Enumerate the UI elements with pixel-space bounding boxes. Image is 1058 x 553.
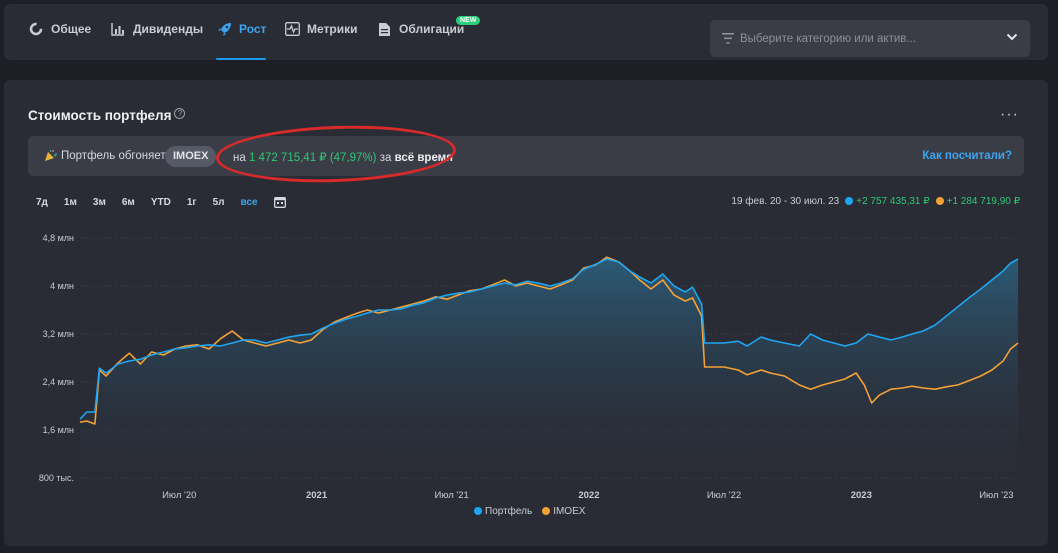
tab-dividends[interactable]: Дивиденды (110, 22, 203, 60)
tab-growth[interactable]: Рост (216, 21, 267, 60)
new-badge: NEW (456, 16, 481, 25)
x-tick-label: Июл '22 (707, 490, 741, 501)
y-tick-label: 3,2 млн (43, 329, 74, 339)
document-icon (376, 21, 392, 37)
category-select-placeholder: Выберите категорию или актив... (740, 32, 916, 45)
tab-general[interactable]: Общее (28, 22, 91, 60)
y-tick-label: 4 млн (50, 281, 74, 291)
chevron-down-icon (1006, 32, 1018, 45)
x-tick-label: Июл '21 (434, 490, 468, 501)
x-tick-label: Июл '23 (979, 490, 1013, 501)
bar-chart-icon (110, 21, 126, 37)
tab-label: Дивиденды (133, 22, 204, 36)
x-tick-label: Июл '20 (162, 490, 196, 501)
legend-label-portfolio: Портфель (485, 506, 533, 517)
tab-label: Метрики (307, 22, 358, 36)
y-tick-label: 2,4 млн (43, 377, 74, 387)
top-navigation: Общее Дивиденды Рост Метрики Облигации N… (4, 4, 1048, 60)
portfolio-value-card: Стоимость портфеля? ··· Портфель обгоняе… (4, 80, 1048, 546)
tab-label: Общее (51, 22, 92, 36)
tab-label: Рост (239, 22, 267, 36)
x-tick-label: 2023 (851, 490, 872, 501)
category-select[interactable]: Выберите категорию или актив... (710, 20, 1030, 57)
donut-icon (28, 21, 44, 37)
tab-bonds[interactable]: Облигации (376, 22, 464, 60)
rocket-icon (216, 21, 232, 37)
y-tick-label: 4,8 млн (43, 233, 74, 243)
y-tick-label: 1,6 млн (43, 425, 74, 435)
x-tick-label: 2022 (578, 490, 599, 501)
pulse-icon (284, 21, 300, 37)
legend-item-imoex[interactable]: IMOEX (542, 506, 585, 517)
chart-legend: Портфель IMOEX (474, 506, 585, 517)
portfolio-chart: 800 тыс. 1,6 млн 2,4 млн 3,2 млн 4 млн 4,8 мл… (39, 233, 1019, 501)
legend-item-portfolio[interactable]: Портфель (474, 506, 532, 517)
x-tick-label: 2021 (306, 490, 328, 501)
y-tick-label: 800 тыс. (39, 473, 74, 483)
legend-dot-portfolio (474, 507, 482, 515)
legend-label-imoex: IMOEX (553, 506, 586, 517)
portfolio-area (80, 259, 1018, 478)
tab-metrics[interactable]: Метрики (284, 22, 357, 60)
legend-dot-imoex (542, 507, 551, 515)
filter-icon (722, 33, 734, 44)
tab-label: Облигации (399, 22, 465, 36)
